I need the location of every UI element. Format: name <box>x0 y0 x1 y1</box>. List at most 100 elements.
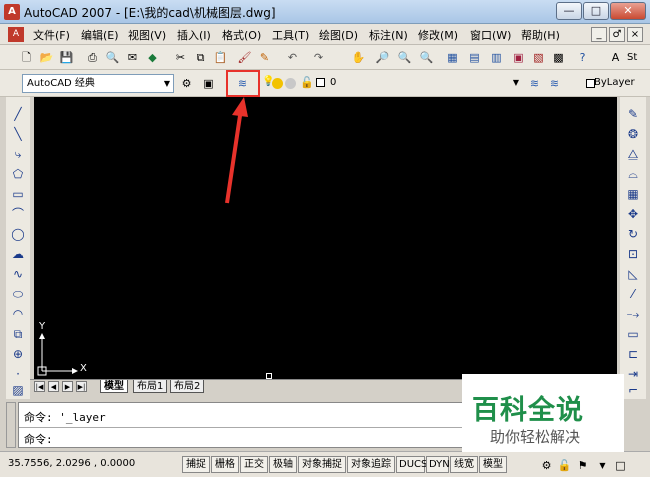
drawing-canvas[interactable]: Y X <box>34 97 617 379</box>
markup-icon[interactable]: ▧ <box>530 49 547 66</box>
ellipse-icon[interactable]: ⬭ <box>9 285 27 304</box>
workspace-dropdown[interactable]: AutoCAD 经典 ▼ <box>22 74 174 93</box>
copy-object-icon[interactable]: ❂ <box>624 125 642 144</box>
polygon-icon[interactable]: ⬠ <box>9 165 27 184</box>
close-button[interactable]: ✕ <box>610 2 646 20</box>
paste-icon[interactable]: 📋 <box>212 49 229 66</box>
undo-icon[interactable]: ↶ <box>284 49 301 66</box>
menu-view[interactable]: 视图(V) <box>128 27 166 43</box>
otrack-button[interactable]: 对象追踪 <box>347 456 395 473</box>
layer-freeze-icon[interactable] <box>272 78 283 89</box>
next-tab-icon[interactable]: ▶ <box>62 381 73 392</box>
zoom-previous-icon[interactable]: 🔍 <box>418 49 435 66</box>
rotate-icon[interactable]: ↻ <box>624 225 642 244</box>
trim-icon[interactable]: ⁄ <box>624 285 642 304</box>
polyline-icon[interactable]: ⤷ <box>9 145 27 164</box>
3d-dwf-icon[interactable]: ◆ <box>144 49 161 66</box>
stretch-icon[interactable]: ◺ <box>624 265 642 284</box>
rectangle-icon[interactable]: ▭ <box>9 185 27 204</box>
new-icon[interactable]: 🗋 <box>18 49 35 66</box>
pan-icon[interactable]: ✋ <box>350 49 367 66</box>
osnap-button[interactable]: 对象捕捉 <box>298 456 346 473</box>
maximize-button[interactable]: □ <box>583 2 609 20</box>
construction-line-icon[interactable]: ╲ <box>9 125 27 144</box>
ducs-button[interactable]: DUCS <box>396 456 427 473</box>
calculator-icon[interactable]: ▩ <box>550 49 567 66</box>
ortho-button[interactable]: 正交 <box>240 456 268 473</box>
revision-cloud-icon[interactable]: ☁ <box>9 245 27 264</box>
autocad-app-icon[interactable]: A <box>4 4 20 20</box>
text-style-icon[interactable]: A <box>607 49 624 66</box>
arc-icon[interactable]: ⌒ <box>9 205 27 224</box>
tray-settings-icon[interactable]: ⚑ <box>574 457 591 474</box>
publish-icon[interactable]: ✉ <box>124 49 141 66</box>
array-icon[interactable]: ▦ <box>624 185 642 204</box>
line-icon[interactable]: ╱ <box>9 105 27 124</box>
open-icon[interactable]: 📂 <box>38 49 55 66</box>
insert-block-icon[interactable]: ⧉ <box>9 325 27 344</box>
menu-edit[interactable]: 编辑(E) <box>81 27 119 43</box>
polar-button[interactable]: 极轴 <box>269 456 297 473</box>
cut-icon[interactable]: ✂ <box>172 49 189 66</box>
tool-palettes-icon[interactable]: ▥ <box>488 49 505 66</box>
sheet-set-icon[interactable]: ▣ <box>510 49 527 66</box>
menu-insert[interactable]: 插入(I) <box>177 27 211 43</box>
mirror-icon[interactable]: ⧋ <box>624 145 642 164</box>
layer-on-icon[interactable]: 💡 <box>262 76 274 88</box>
document-icon[interactable]: A <box>8 27 24 42</box>
command-prompt[interactable]: 命令: <box>24 431 53 447</box>
snap-button[interactable]: 捕捉 <box>182 456 210 473</box>
match-properties-icon[interactable]: 🖌 <box>236 49 253 66</box>
doc-minimize-button[interactable]: _ <box>591 27 607 42</box>
zoom-realtime-icon[interactable]: 🔎 <box>374 49 391 66</box>
my-workspace-icon[interactable]: ▣ <box>200 75 217 92</box>
menu-help[interactable]: 帮助(H) <box>521 27 560 43</box>
erase-icon[interactable]: ✎ <box>624 105 642 124</box>
tab-model[interactable]: 模型 <box>100 380 128 393</box>
model-button[interactable]: 模型 <box>479 456 507 473</box>
make-block-icon[interactable]: ⊕ <box>9 345 27 364</box>
menu-format[interactable]: 格式(O) <box>222 27 261 43</box>
tab-layout1[interactable]: 布局1 <box>133 380 168 393</box>
layer-previous-icon[interactable]: ≋ <box>546 75 563 92</box>
hatch-icon[interactable]: ▨ <box>9 381 27 400</box>
save-icon[interactable]: 💾 <box>58 49 75 66</box>
status-menu-icon[interactable]: ▼ <box>594 457 611 474</box>
last-tab-icon[interactable]: ▶| <box>76 381 87 392</box>
chamfer-icon[interactable]: ⌐ <box>624 381 642 400</box>
first-tab-icon[interactable]: |◀ <box>34 381 45 392</box>
spline-icon[interactable]: ∿ <box>9 265 27 284</box>
menu-dimension[interactable]: 标注(N) <box>369 27 408 43</box>
grid-button[interactable]: 栅格 <box>211 456 239 473</box>
zoom-window-icon[interactable]: 🔍 <box>396 49 413 66</box>
lineweight-button[interactable]: 线宽 <box>450 456 478 473</box>
menu-window[interactable]: 窗口(W) <box>470 27 511 43</box>
prev-tab-icon[interactable]: ◀ <box>48 381 59 392</box>
dyn-button[interactable]: DYN <box>426 456 450 473</box>
scale-icon[interactable]: ⊡ <box>624 245 642 264</box>
menu-modify[interactable]: 修改(M) <box>418 27 458 43</box>
offset-icon[interactable]: ⌓ <box>624 165 642 184</box>
menu-tools[interactable]: 工具(T) <box>272 27 309 43</box>
command-grip[interactable] <box>6 402 16 448</box>
extend-icon[interactable]: ⤍ <box>624 305 642 324</box>
copy-icon[interactable]: ⧉ <box>192 49 209 66</box>
communication-center-icon[interactable]: ⚙ <box>538 457 555 474</box>
block-editor-icon[interactable]: ✎ <box>256 49 273 66</box>
clean-screen-icon[interactable]: □ <box>612 457 629 474</box>
redo-icon[interactable]: ↷ <box>310 49 327 66</box>
ellipse-arc-icon[interactable]: ◠ <box>9 305 27 324</box>
circle-icon[interactable]: ◯ <box>9 225 27 244</box>
coordinates-readout[interactable]: 35.7556, 2.0296 , 0.0000 <box>8 458 135 469</box>
layer-viewport-icon[interactable] <box>285 78 296 89</box>
preview-icon[interactable]: 🔍 <box>104 49 121 66</box>
menu-draw[interactable]: 绘图(D) <box>319 27 358 43</box>
menu-file[interactable]: 文件(F) <box>33 27 70 43</box>
properties-icon[interactable]: ▦ <box>444 49 461 66</box>
tab-layout2[interactable]: 布局2 <box>170 380 205 393</box>
workspace-settings-icon[interactable]: ⚙ <box>178 75 195 92</box>
doc-close-button[interactable]: × <box>627 27 643 42</box>
move-icon[interactable]: ✥ <box>624 205 642 224</box>
minimize-button[interactable]: — <box>556 2 582 20</box>
print-icon[interactable]: ⎙ <box>84 49 101 66</box>
